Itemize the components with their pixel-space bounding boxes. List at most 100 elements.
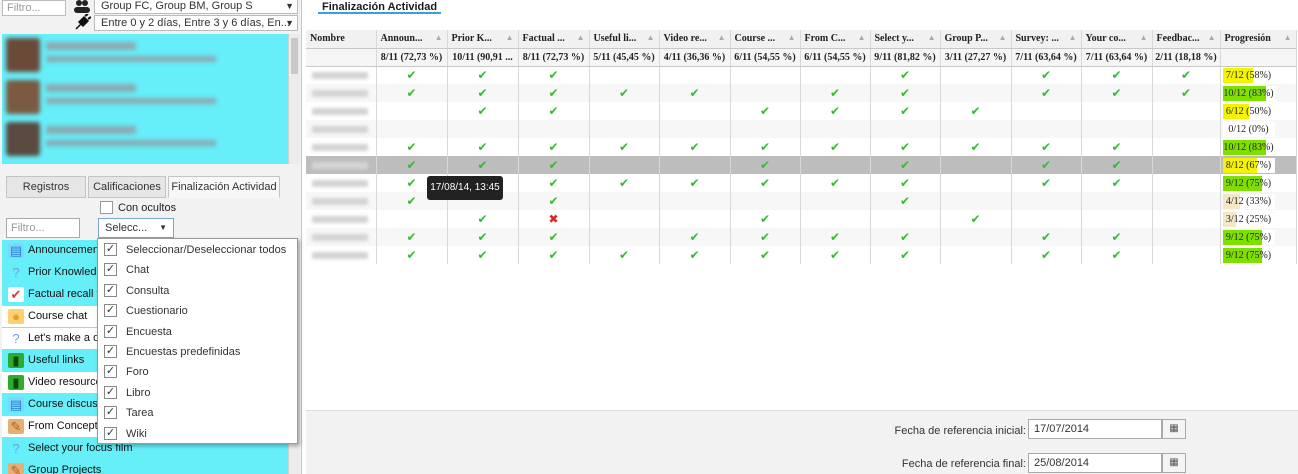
table-row[interactable]: ✔ ✔ ✔ ✔ ✔ ✔ ✔ 7/12 (58%) [306,66,1297,84]
column-header-label: Course ... [734,33,776,45]
column-header[interactable]: Feedbac... ▲ [1152,30,1221,49]
column-summary: 6/11 (54,55 %) [800,48,871,67]
check-icon: ✔ [940,210,1012,228]
dropdown-option[interactable]: ✓ Wiki [98,424,297,444]
table-row[interactable]: 0/12 (0%) [306,120,1297,138]
user-list-item[interactable] [2,34,288,76]
sort-icon[interactable]: ▲ [718,33,726,42]
tab-registros[interactable]: Registros [6,176,86,198]
check-icon[interactable]: ✓ [104,243,117,256]
sort-icon[interactable]: ▲ [506,33,514,42]
column-header[interactable]: Useful li... ▲ [589,30,660,49]
dropdown-option[interactable]: ✓ Libro [98,383,297,403]
groups-combo[interactable]: Group FC, Group BM, Group S ▼ [94,0,298,14]
tab-calificaciones[interactable]: Calificaciones [88,176,166,198]
check-icon: ✔ [1011,174,1082,192]
column-header-label: Factual ... [522,33,565,45]
dropdown-option[interactable]: ✓ Chat [98,260,297,280]
dropdown-option[interactable]: ✓ Seleccionar/Deseleccionar todos [98,240,297,260]
check-icon[interactable]: ✓ [104,263,117,277]
sort-icon[interactable]: ▲ [858,33,866,42]
column-header[interactable]: Factual ... ▲ [518,30,590,49]
blurred-student-name [306,210,377,228]
progress-label: 0/12 (0%) [1228,123,1269,135]
check-icon[interactable]: ✓ [104,345,117,358]
days-combo[interactable]: Entre 0 y 2 días, Entre 3 y 6 días, En..… [94,15,298,31]
table-cell [659,192,731,210]
column-header[interactable]: Announ... ▲ [376,30,448,49]
activity-label: Video resources [28,376,108,388]
check-icon[interactable]: ✓ [104,324,117,338]
sort-icon[interactable]: ▲ [999,33,1007,42]
table-row[interactable]: ✔ ✔ ✔ ✔ ✔ ✔ 6/12 (50%) [306,102,1297,120]
check-icon: ✔ [870,84,941,102]
sort-icon[interactable]: ▲ [1140,33,1148,42]
check-icon: ✔ [800,102,871,120]
help-icon: ? [12,265,20,280]
sort-icon[interactable]: ▲ [577,33,585,42]
check-icon[interactable]: ✓ [104,283,117,297]
sort-icon[interactable]: ▲ [1208,33,1216,42]
dropdown-option-label: Wiki [126,427,147,440]
check-icon: ✔ [518,192,590,210]
column-header[interactable]: Group P... ▲ [940,30,1012,49]
activity-filter-input[interactable]: Filtro... [6,218,80,238]
user-filter-input[interactable]: Filtro... [2,0,66,16]
check-icon[interactable]: ✓ [104,385,117,399]
dropdown-option[interactable]: ✓ Cuestionario [98,301,297,321]
table-row[interactable]: ✔ ✔ ✔ ✔ ✔ ✔ ✔ ✔ ✔ ✔ ✔ 10/12 (83%) [306,138,1297,156]
column-header[interactable]: From C... ▲ [800,30,871,49]
calendar-icon[interactable]: ▦ [1162,453,1186,473]
column-header[interactable]: Video re... ▲ [659,30,731,49]
column-header[interactable]: Nombre [306,30,377,49]
table-row[interactable]: ✔ ✖ ✔ ✔ 3/12 (25%) [306,210,1297,228]
sort-icon[interactable]: ▲ [1069,33,1077,42]
sort-icon[interactable]: ▲ [788,33,796,42]
dropdown-option[interactable]: ✓ Consulta [98,281,297,301]
dropdown-option[interactable]: ✓ Encuestas predefinidas [98,342,297,362]
tab-finalizacion-actividad-main[interactable]: Finalización Actividad [318,0,442,14]
column-header[interactable]: Prior K... ▲ [447,30,519,49]
sort-icon[interactable]: ▲ [928,33,936,42]
check-icon: ✔ [447,138,519,156]
dropdown-option[interactable]: ✓ Tarea [98,403,297,423]
table-row[interactable]: ✔ ✔ ✔ ✔ ✔ ✔ ✔ ✔ ✔ 9/12 (75%) [306,228,1297,246]
check-icon[interactable]: ✓ [104,304,117,318]
start-date-input[interactable]: 17/07/2014 [1028,419,1162,439]
tab-finalizacion-actividad[interactable]: Finalización Actividad [168,176,280,198]
check-icon[interactable]: ✓ [104,406,117,420]
end-date-input[interactable]: 25/08/2014 [1028,453,1162,473]
dropdown-option[interactable]: ✓ Foro [98,362,297,382]
table-row[interactable]: ✔✔✔✔✔✔✔✔✔✔9/12 (75%) [306,246,1297,264]
show-hidden-checkbox[interactable] [100,201,113,214]
scrollbar-thumb[interactable] [291,38,298,74]
user-list-item[interactable] [2,76,288,118]
sort-icon[interactable]: ▲ [647,33,655,42]
column-header[interactable]: Progresión ▲ [1220,30,1297,49]
table-row[interactable]: ✔ ✔ ✔ ✔ ✔ ✔ ✔ 8/12 (67%) [306,156,1297,174]
dropdown-option-label: Cuestionario [126,305,188,318]
check-icon[interactable]: ✓ [104,365,117,379]
progress-label: 8/12 (67%) [1225,159,1272,171]
column-header[interactable]: Select y... ▲ [870,30,941,49]
table-cell [589,66,660,84]
column-header[interactable]: Survey: ... ▲ [1011,30,1082,49]
table-cell [1081,192,1153,210]
sort-icon[interactable]: ▲ [435,33,443,42]
select-type-button[interactable]: Selecc... ▼ [98,218,174,238]
check-icon: ✔ [376,228,448,246]
user-list-scrollbar[interactable] [288,34,300,164]
dropdown-option[interactable]: ✓ Encuesta [98,322,297,342]
check-icon[interactable]: ✓ [104,426,117,440]
table-row[interactable]: ✔ ✔ ✔ ✔ ✔ ✔ ✔ ✔ ✔ ✔ 10/12 (83%) [306,84,1297,102]
column-header-label: Video re... [663,33,707,45]
sort-icon[interactable]: ▲ [1284,33,1292,42]
calendar-icon[interactable]: ▦ [1162,419,1186,439]
completion-grid[interactable]: Nombre Announ... ▲ Prior K... ▲ Factual ... ▲ U… [306,30,1298,264]
user-list-item[interactable] [2,118,288,160]
column-header[interactable]: Course ... ▲ [730,30,801,49]
column-header[interactable]: Your co... ▲ [1081,30,1153,49]
user-list[interactable] [2,34,300,164]
activity-list-item[interactable]: ✎ Group Projects [2,460,298,474]
activity-type-dropdown[interactable]: ✓ Seleccionar/Deseleccionar todos ✓ Chat ✓ Co… [97,238,298,444]
